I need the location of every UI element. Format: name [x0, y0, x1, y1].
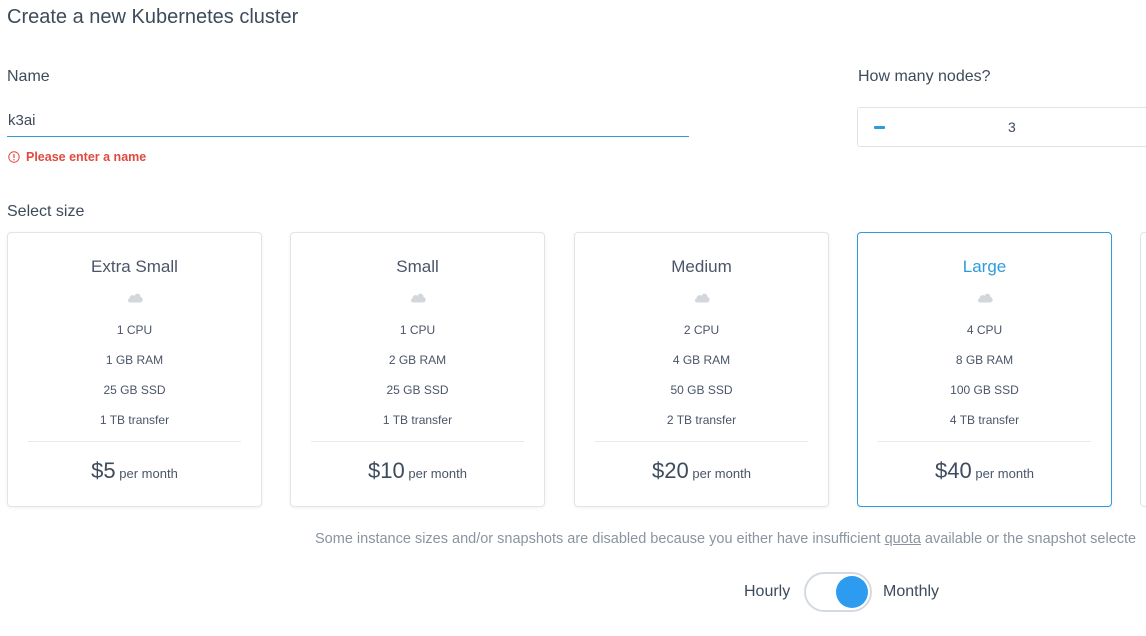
- spec-ssd: 50 GB SSD: [670, 383, 733, 397]
- size-card-title: Large: [962, 257, 1007, 276]
- spec-ssd: 100 GB SSD: [950, 383, 1019, 397]
- card-divider: [878, 441, 1091, 442]
- card-divider: [595, 441, 808, 442]
- spec-cpu: 4 CPU: [966, 323, 1003, 337]
- cloud-icon: [410, 293, 426, 303]
- price-suffix: per month: [408, 466, 467, 481]
- disabled-sizes-notice: Some instance sizes and/or snapshots are…: [315, 531, 1136, 547]
- spec-transfer: 1 TB transfer: [382, 413, 453, 427]
- spec-cpu: 1 CPU: [116, 323, 153, 337]
- spec-ram: 8 GB RAM: [955, 353, 1014, 367]
- size-card-large[interactable]: Large 4 CPU 8 GB RAM 100 GB SSD 4 TB tra…: [857, 232, 1112, 507]
- quota-link[interactable]: quota: [885, 531, 921, 547]
- name-error: Please enter a name: [8, 150, 146, 164]
- spec-ram: 4 GB RAM: [672, 353, 731, 367]
- billing-hourly-label[interactable]: Hourly: [744, 583, 790, 601]
- notice-text-after: available or the snapshot selecte: [920, 531, 1137, 547]
- billing-toggle[interactable]: [804, 572, 872, 612]
- name-error-text: Please enter a name: [26, 150, 147, 164]
- spec-ssd: 25 GB SSD: [103, 383, 166, 397]
- price: $20: [652, 458, 689, 483]
- card-divider: [311, 441, 524, 442]
- notice-text-before: Some instance sizes and/or snapshots are…: [315, 531, 885, 547]
- price-row: $20 per month: [575, 458, 828, 484]
- cloud-icon: [694, 293, 710, 303]
- price: $5: [91, 458, 116, 483]
- size-card-small[interactable]: Small 1 CPU 2 GB RAM 25 GB SSD 1 TB tran…: [290, 232, 545, 507]
- price-row: $10 per month: [291, 458, 544, 484]
- size-card-extra-small[interactable]: Extra Small 1 CPU 1 GB RAM 25 GB SSD 1 T…: [7, 232, 262, 507]
- page-title: Create a new Kubernetes cluster: [7, 6, 299, 28]
- billing-monthly-label[interactable]: Monthly: [883, 583, 939, 601]
- price-suffix: per month: [692, 466, 751, 481]
- nodes-label: How many nodes?: [858, 68, 991, 85]
- card-divider: [28, 441, 241, 442]
- spec-transfer: 2 TB transfer: [666, 413, 737, 427]
- price-suffix: per month: [119, 466, 178, 481]
- size-card-partial[interactable]: [1140, 232, 1146, 507]
- spec-cpu: 1 CPU: [399, 323, 436, 337]
- node-count-value[interactable]: 3: [1008, 119, 1016, 135]
- size-card-title: Small: [396, 257, 439, 276]
- spec-cpu: 2 CPU: [683, 323, 720, 337]
- price: $40: [935, 458, 972, 483]
- alert-circle-icon: [8, 151, 20, 163]
- spec-ram: 1 GB RAM: [105, 353, 164, 367]
- size-card-title: Medium: [671, 257, 732, 276]
- spec-transfer: 4 TB transfer: [949, 413, 1020, 427]
- cloud-icon: [977, 293, 993, 303]
- name-label: Name: [7, 68, 50, 85]
- toggle-knob: [836, 576, 868, 608]
- price: $10: [368, 458, 405, 483]
- minus-icon[interactable]: [872, 116, 888, 138]
- size-card-title: Extra Small: [91, 257, 178, 276]
- size-label: Select size: [7, 203, 85, 220]
- node-count-stepper: 3: [857, 107, 1146, 147]
- spec-transfer: 1 TB transfer: [99, 413, 170, 427]
- price-row: $5 per month: [8, 458, 261, 484]
- price-row: $40 per month: [858, 458, 1111, 484]
- name-input[interactable]: [7, 104, 689, 137]
- spec-ssd: 25 GB SSD: [386, 383, 449, 397]
- cloud-icon: [127, 293, 143, 303]
- price-suffix: per month: [975, 466, 1034, 481]
- spec-ram: 2 GB RAM: [388, 353, 447, 367]
- size-card-medium[interactable]: Medium 2 CPU 4 GB RAM 50 GB SSD 2 TB tra…: [574, 232, 829, 507]
